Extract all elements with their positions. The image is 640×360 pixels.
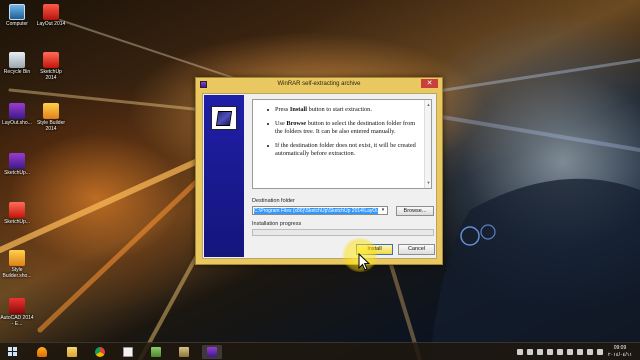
desktop-icon-label: LayOut 2014 <box>36 21 66 27</box>
notification-icon[interactable] <box>567 349 573 355</box>
file-explorer-icon <box>67 347 77 357</box>
desktop-icon-layout-2014[interactable]: LayOut 2014 <box>34 4 68 27</box>
desktop-icon-label: Computer <box>6 21 28 27</box>
style-builder-icon <box>9 250 25 266</box>
desktop-icon-style-builder-2014[interactable]: Style Builder 2014 <box>34 103 68 132</box>
desktop-icon-label: Style Builder.sho... <box>2 267 32 279</box>
desktop-icon-sketchup-shortcut-2[interactable]: SketchUp... <box>0 202 34 225</box>
power-icon[interactable] <box>587 349 593 355</box>
instruction-item: Press Install button to start extraction… <box>267 106 417 114</box>
winrar-archive-icon <box>9 153 25 169</box>
dialog-client-area: Press Install button to start extraction… <box>202 93 437 259</box>
keyboard-language-icon[interactable] <box>557 349 563 355</box>
dialog-titlebar[interactable]: WinRAR self-extracting archive ✕ <box>196 78 442 91</box>
autocad-icon <box>9 298 25 314</box>
instructions-scrollbar[interactable]: ▲ ▼ <box>424 100 431 188</box>
computer-icon <box>9 4 25 20</box>
taskbar-item-document[interactable] <box>118 345 138 359</box>
instruction-item: If the destination folder does not exist… <box>267 142 417 158</box>
desktop-icon-label: LayOut.sho... <box>2 120 32 126</box>
close-button[interactable]: ✕ <box>421 79 438 88</box>
desktop-icon-label: Style Builder 2014 <box>36 120 66 132</box>
display-icon[interactable] <box>577 349 583 355</box>
layout-icon <box>43 4 59 20</box>
sketchup-icon <box>43 52 59 68</box>
destination-folder-input[interactable]: C:\Program Files (x86)\SketchUp\SketchUp… <box>254 208 378 214</box>
desktop-icon-label: SketchUp 2014 <box>40 69 62 81</box>
clock-date: ٢٠١٤/٠٤/١١ <box>607 352 633 358</box>
chevron-down-icon[interactable]: ▾ <box>379 207 387 214</box>
desktop-icon-layout-shortcut[interactable]: LayOut.sho... <box>0 103 34 126</box>
style-builder-icon <box>43 103 59 119</box>
taskbar-item-folder[interactable] <box>146 345 166 359</box>
installation-progress-bar <box>252 229 434 236</box>
recycle-bin-icon <box>9 52 25 68</box>
sketchup-icon <box>9 202 25 218</box>
instructions-text-box[interactable]: Press Install button to start extraction… <box>252 99 432 189</box>
flag-icon[interactable] <box>527 349 533 355</box>
desktop-icon-label: SketchUp... <box>4 219 30 225</box>
winrar-sfx-dialog: WinRAR self-extracting archive ✕ Press I… <box>195 77 443 265</box>
winrar-logo <box>211 106 237 130</box>
cancel-button[interactable]: Cancel <box>398 244 435 255</box>
winrar-icon <box>207 347 217 357</box>
folder-icon <box>151 347 161 357</box>
desktop-icon-sketchup-shortcut-1[interactable]: SketchUp... <box>0 153 34 176</box>
system-tray: 09:09 ٢٠١٤/٠٤/١١ <box>517 344 637 360</box>
mouse-cursor-icon <box>358 253 370 271</box>
desktop-icon-recycle-bin[interactable]: Recycle Bin <box>0 52 34 75</box>
winrar-archive-icon <box>9 103 25 119</box>
destination-folder-combobox[interactable]: C:\Program Files (x86)\SketchUp\SketchUp… <box>252 206 388 215</box>
destination-folder-label: Destination folder <box>252 198 295 204</box>
desktop-icon-sketchup-2014[interactable]: SketchUp 2014 <box>34 52 68 81</box>
network-icon[interactable] <box>537 349 543 355</box>
taskbar-item-media[interactable] <box>174 345 194 359</box>
installation-progress-label: Installation progress <box>252 221 302 227</box>
instruction-item: Use Browse button to select the destinat… <box>267 120 417 136</box>
scroll-up-icon[interactable]: ▲ <box>426 101 431 109</box>
desktop-icon-label: SketchUp... <box>4 170 30 176</box>
taskbar-item-winrar[interactable] <box>202 345 222 359</box>
vlc-icon <box>37 347 47 357</box>
chrome-icon <box>95 347 105 357</box>
sync-icon[interactable] <box>597 349 603 355</box>
desktop-icon-style-builder-shortcut[interactable]: Style Builder.sho... <box>0 250 34 279</box>
desktop-icon-autocad-2014[interactable]: AutoCAD 2014 - E... <box>0 298 34 327</box>
show-hidden-icons-icon[interactable] <box>517 349 523 355</box>
clock-time: 09:09 <box>613 345 627 351</box>
scroll-down-icon[interactable]: ▼ <box>426 179 431 187</box>
side-banner <box>204 95 244 257</box>
desktop-icon-computer[interactable]: Computer <box>0 4 34 27</box>
dialog-title: WinRAR self-extracting archive <box>277 81 361 87</box>
clock[interactable]: 09:09 ٢٠١٤/٠٤/١١ <box>607 345 633 359</box>
volume-icon[interactable] <box>547 349 553 355</box>
document-icon <box>123 347 133 357</box>
desktop-icon-label: AutoCAD 2014 - E... <box>0 315 34 327</box>
start-icon <box>8 347 18 357</box>
browse-button[interactable]: Browse... <box>396 206 434 216</box>
taskbar-item-file-explorer[interactable] <box>62 345 82 359</box>
media-icon <box>179 347 189 357</box>
desktop-icon-label: Recycle Bin <box>3 69 31 75</box>
taskbar: 09:09 ٢٠١٤/٠٤/١١ <box>0 342 640 360</box>
taskbar-item-chrome[interactable] <box>90 345 110 359</box>
start-button[interactable] <box>3 345 23 359</box>
taskbar-item-vlc[interactable] <box>32 345 52 359</box>
